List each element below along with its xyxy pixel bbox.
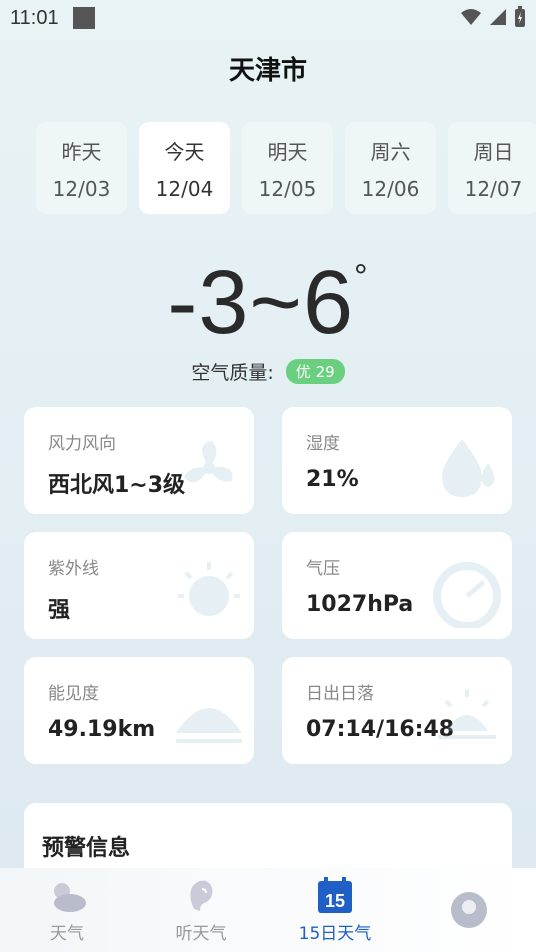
- day-tab-date: 12/07: [464, 176, 523, 201]
- visibility-value: 49.19km: [48, 717, 156, 742]
- uv-card: 紫外线 强: [24, 532, 254, 639]
- air-quality-label: 空气质量:: [191, 362, 274, 384]
- air-quality: 空气质量: 优 29: [0, 358, 536, 385]
- day-tab-date: 12/03: [52, 176, 111, 201]
- water-drop-icon: [441, 439, 495, 497]
- day-tab-label: 周六: [370, 139, 411, 164]
- location-icon: [451, 892, 487, 928]
- day-tab-today[interactable]: 今天 12/04: [139, 122, 230, 214]
- nav-15-day-weather-label: 15日天气: [298, 923, 372, 944]
- day-tab-date: 12/04: [155, 176, 214, 201]
- page-title: 天津市: [228, 56, 307, 86]
- nav-weather[interactable]: 天气: [2, 877, 132, 944]
- day-tab-sunday[interactable]: 周日 12/07: [448, 122, 536, 214]
- day-tab-saturday[interactable]: 周六 12/06: [345, 122, 436, 214]
- signal-icon: [490, 9, 506, 25]
- visibility-label: 能见度: [48, 684, 99, 704]
- gauge-icon: [433, 562, 501, 628]
- pressure-value: 1027hPa: [306, 592, 414, 617]
- notification-icon: [72, 7, 95, 29]
- uv-label: 紫外线: [48, 559, 99, 579]
- bottom-nav: 天气 听天气 15 15日天气: [0, 868, 536, 952]
- humidity-label: 湿度: [306, 434, 340, 454]
- nav-15-day-weather[interactable]: 15 15日天气: [270, 876, 400, 944]
- day-tab-tomorrow[interactable]: 明天 12/05: [242, 122, 333, 214]
- sunrise-sunset-card: 日出日落 07:14/16:48: [282, 657, 512, 764]
- humidity-value: 21%: [306, 467, 359, 492]
- wifi-icon: [461, 9, 481, 25]
- day-tab-date: 12/06: [361, 176, 420, 201]
- warning-title: 预警信息: [42, 836, 131, 861]
- air-quality-badge: 优 29: [285, 359, 345, 384]
- battery-icon: [515, 6, 525, 27]
- status-bar: 11:01: [0, 0, 536, 36]
- day-tab-label: 周日: [473, 139, 514, 164]
- day-tab-label: 昨天: [61, 139, 102, 164]
- calendar-15-icon-text: 15: [325, 891, 345, 911]
- nav-location[interactable]: [404, 889, 534, 931]
- nav-weather-label: 天气: [50, 923, 84, 944]
- ear-icon: [190, 880, 213, 911]
- nav-listen-weather-label: 听天气: [175, 923, 227, 944]
- day-tab-yesterday[interactable]: 昨天 12/03: [36, 122, 127, 214]
- wind-label: 风力风向: [48, 434, 116, 454]
- wind-card: 风力风向 西北风1~3级: [24, 407, 254, 514]
- uv-value: 强: [48, 598, 71, 623]
- sun-icon: [178, 562, 240, 616]
- calendar-15-icon: 15: [318, 876, 352, 913]
- horizon-icon: [176, 708, 242, 743]
- wind-value: 西北风1~3级: [48, 473, 186, 498]
- windmill-icon: [184, 441, 233, 483]
- sunrise-sunset-label: 日出日落: [306, 684, 374, 704]
- status-time: 11:01: [10, 6, 59, 29]
- degree-symbol: °: [354, 258, 369, 296]
- humidity-card: 湿度 21%: [282, 407, 512, 514]
- status-icons: [460, 6, 526, 28]
- temperature-value: -3~6: [167, 253, 355, 353]
- day-tab-label: 今天: [164, 139, 205, 164]
- partly-cloudy-icon: [54, 882, 86, 912]
- visibility-card: 能见度 49.19km: [24, 657, 254, 764]
- day-tab-date: 12/05: [258, 176, 317, 201]
- temperature-range: -3~6°: [0, 252, 536, 355]
- pressure-label: 气压: [306, 559, 340, 579]
- day-selector: 昨天 12/03 今天 12/04 明天 12/05 周六 12/06 周日 1…: [36, 122, 536, 214]
- day-tab-label: 明天: [267, 139, 308, 164]
- nav-listen-weather[interactable]: 听天气: [136, 877, 266, 944]
- sunset-icon: [438, 689, 496, 739]
- pressure-card: 气压 1027hPa: [282, 532, 512, 639]
